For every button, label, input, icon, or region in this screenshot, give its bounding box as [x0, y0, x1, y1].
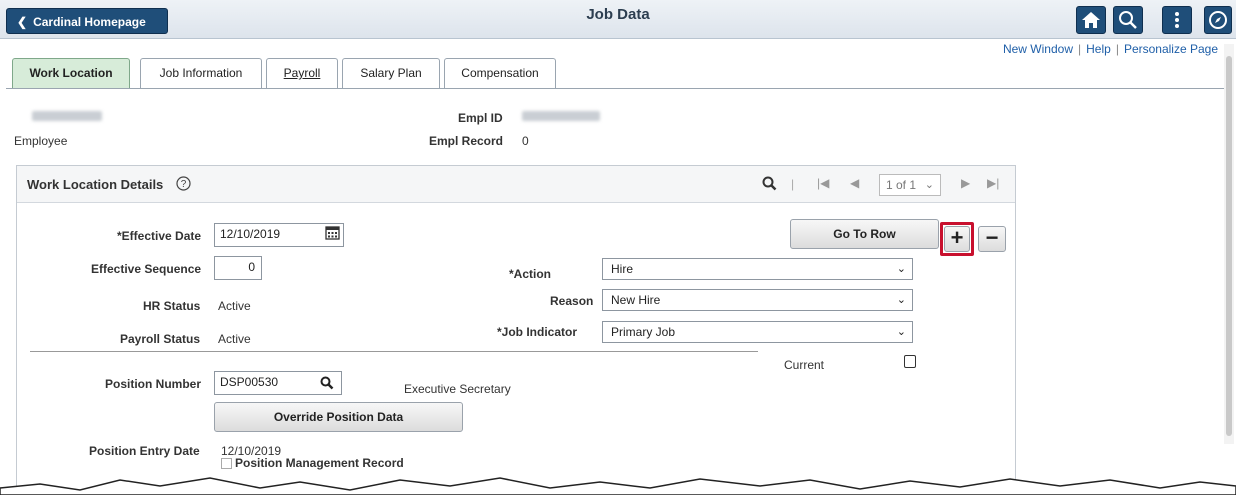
employee-name-redacted: [32, 111, 102, 121]
tab-work-location[interactable]: Work Location: [12, 58, 130, 88]
employee-type: Employee: [14, 134, 68, 148]
chevron-down-icon: ⌄: [924, 179, 934, 191]
next-page-icon[interactable]: ▶: [961, 176, 970, 190]
panel-header: Work Location Details ? | |◀ ◀ 1 of 1 ⌄ ▶…: [17, 166, 1015, 203]
job-indicator-select[interactable]: Primary Job ⌄: [602, 321, 913, 343]
effective-date-label: *Effective Date: [117, 229, 202, 243]
position-number-label: Position Number: [105, 377, 202, 391]
last-page-icon[interactable]: ▶|: [987, 176, 999, 190]
help-link[interactable]: Help: [1086, 42, 1111, 56]
action-select[interactable]: Hire ⌄: [602, 258, 913, 280]
first-page-icon[interactable]: |◀: [817, 176, 829, 190]
home-icon[interactable]: [1076, 6, 1106, 34]
chevron-down-icon: ⌄: [896, 326, 906, 338]
row-pager-select[interactable]: 1 of 1 ⌄: [879, 174, 941, 196]
pager-divider: |: [791, 177, 795, 191]
search-icon[interactable]: [1113, 6, 1143, 34]
scrollbar-thumb[interactable]: [1226, 56, 1232, 436]
svg-text:?: ?: [181, 179, 187, 190]
chevron-down-icon: ⌄: [896, 263, 906, 275]
empl-id-redacted: [522, 111, 600, 121]
reason-label: Reason: [550, 294, 594, 308]
section-divider: [30, 351, 758, 352]
delete-row-button[interactable]: −: [978, 226, 1006, 252]
tab-salary-plan[interactable]: Salary Plan: [342, 58, 440, 88]
action-label: *Action: [509, 267, 551, 281]
torn-edge: [0, 477, 1236, 495]
tab-payroll[interactable]: Payroll: [266, 58, 338, 88]
calendar-icon[interactable]: [325, 225, 340, 243]
override-position-data-button[interactable]: Override Position Data: [214, 402, 463, 432]
current-checkbox[interactable]: [904, 355, 916, 368]
reason-select[interactable]: New Hire ⌄: [602, 289, 913, 311]
hr-status-value: Active: [218, 299, 251, 313]
tab-divider: [6, 88, 1228, 89]
new-window-link[interactable]: New Window: [1003, 42, 1073, 56]
page-title: Job Data: [586, 6, 650, 23]
tab-job-information[interactable]: Job Information: [140, 58, 262, 88]
prev-page-icon[interactable]: ◀: [850, 176, 859, 190]
help-circle-icon[interactable]: ?: [176, 176, 191, 194]
job-indicator-label: *Job Indicator: [497, 325, 578, 339]
top-bar: ❮ Cardinal Homepage Job Data: [0, 0, 1236, 39]
position-entry-date-label: Position Entry Date: [89, 444, 200, 458]
personalize-page-link[interactable]: Personalize Page: [1124, 42, 1218, 56]
effective-sequence-label: Effective Sequence: [91, 262, 202, 276]
empl-record-value: 0: [522, 134, 529, 148]
empl-record-label: Empl Record: [429, 134, 504, 148]
actions-menu-icon[interactable]: [1162, 6, 1192, 34]
page-links: New Window | Help | Personalize Page: [1002, 42, 1218, 56]
chevron-down-icon: ⌄: [896, 294, 906, 306]
go-to-row-button[interactable]: Go To Row: [790, 219, 939, 249]
position-description: Executive Secretary: [404, 382, 511, 396]
hr-status-label: HR Status: [143, 299, 201, 313]
empl-id-label: Empl ID: [458, 111, 503, 125]
lookup-search-icon[interactable]: [320, 376, 334, 393]
page-scrollbar[interactable]: [1224, 44, 1234, 444]
effective-sequence-input[interactable]: 0: [214, 256, 262, 280]
payroll-status-value: Active: [218, 332, 251, 346]
payroll-status-label: Payroll Status: [120, 332, 201, 346]
section-title: Work Location Details: [27, 177, 164, 192]
find-icon[interactable]: [762, 176, 777, 194]
add-row-button[interactable]: +: [944, 226, 970, 252]
current-label: Current: [784, 358, 825, 372]
navbar-compass-icon[interactable]: [1204, 6, 1232, 34]
tab-compensation[interactable]: Compensation: [444, 58, 556, 88]
